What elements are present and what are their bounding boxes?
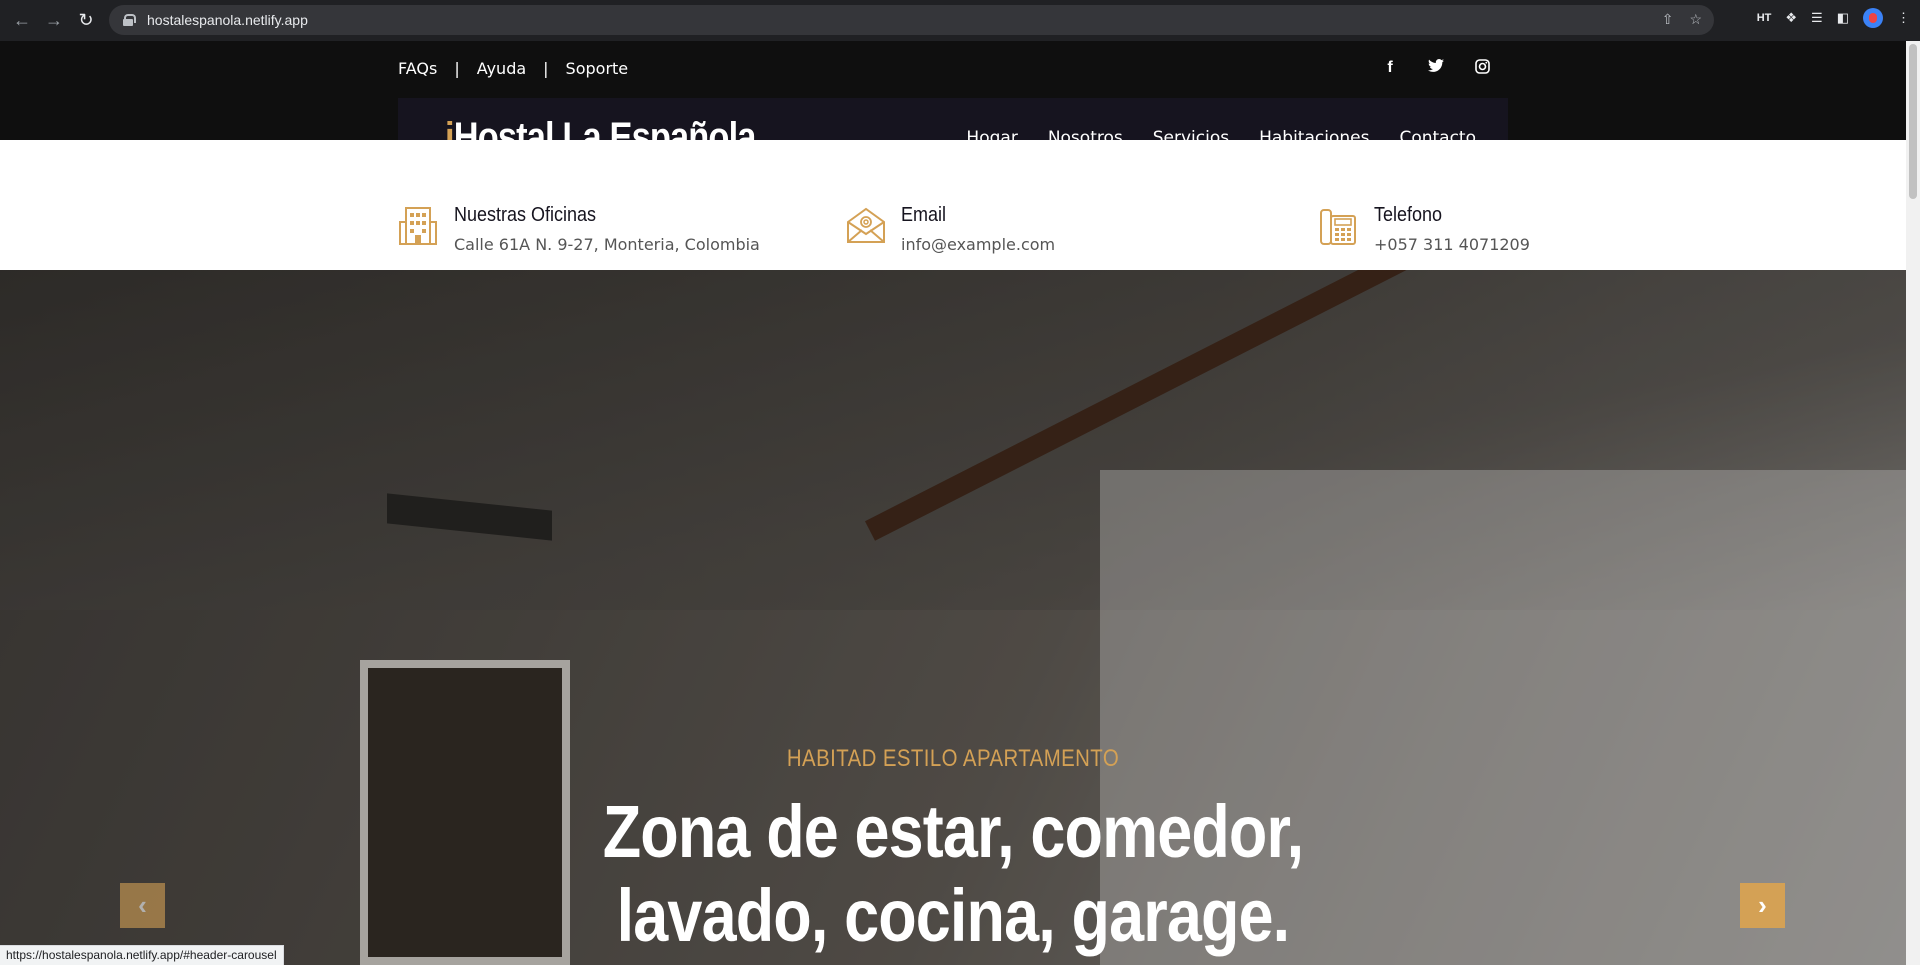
- info-phone: Telefono +057 311 4071209: [1318, 204, 1530, 254]
- page-viewport: FAQs | Ayuda | Soporte f iHostal La Espa…: [0, 41, 1906, 965]
- page-scrollbar[interactable]: [1906, 41, 1920, 965]
- extension-ht-icon[interactable]: HT: [1757, 12, 1772, 24]
- chevron-left-icon: ‹: [138, 890, 147, 920]
- instagram-icon[interactable]: [1474, 59, 1490, 79]
- hero-title: Zona de estar, comedor, lavado, cocina, …: [143, 790, 1763, 958]
- contact-info-strip: Nuestras Oficinas Calle 61A N. 9-27, Mon…: [0, 140, 1906, 270]
- top-links: FAQs | Ayuda | Soporte: [398, 59, 628, 78]
- share-icon[interactable]: ⇧: [1662, 11, 1674, 28]
- separator: |: [454, 59, 460, 78]
- header-carousel: HABITAD ESTILO APARTAMENTO Zona de estar…: [0, 270, 1906, 965]
- profile-avatar[interactable]: [1863, 8, 1883, 28]
- facebook-icon[interactable]: f: [1382, 59, 1398, 79]
- link-ayuda[interactable]: Ayuda: [477, 59, 526, 78]
- link-faqs[interactable]: FAQs: [398, 59, 437, 78]
- carousel-prev-button[interactable]: ‹: [120, 883, 165, 928]
- info-title: Telefono: [1374, 204, 1443, 226]
- url-text: hostalespanola.netlify.app: [147, 12, 308, 28]
- reading-list-icon[interactable]: ☰: [1811, 10, 1823, 26]
- lock-icon: [123, 14, 136, 26]
- extensions-puzzle-icon[interactable]: ❖: [1785, 10, 1797, 26]
- info-email: Email info@example.com: [845, 204, 1055, 254]
- carousel-next-button[interactable]: ›: [1740, 883, 1785, 928]
- email-envelope-icon: [845, 204, 885, 246]
- telephone-icon: [1318, 204, 1358, 246]
- link-soporte[interactable]: Soporte: [566, 59, 629, 78]
- chevron-right-icon: ›: [1758, 890, 1767, 920]
- building-icon: [398, 204, 438, 246]
- link-status-bar: https://hostalespanola.netlify.app/#head…: [0, 945, 284, 965]
- scrollbar-thumb[interactable]: [1909, 44, 1917, 199]
- info-title: Nuestras Oficinas: [454, 204, 597, 226]
- address-bar[interactable]: hostalespanola.netlify.app ⇧ ☆: [109, 5, 1714, 35]
- separator: |: [543, 59, 549, 78]
- info-value[interactable]: info@example.com: [901, 235, 1055, 254]
- hero-title-line: lavado, cocina, garage.: [616, 874, 1290, 957]
- info-offices: Nuestras Oficinas Calle 61A N. 9-27, Mon…: [398, 204, 760, 254]
- social-links: f: [1382, 59, 1490, 79]
- browser-toolbar: ← → ↻ hostalespanola.netlify.app ⇧ ☆ HT …: [0, 0, 1920, 41]
- menu-kebab-icon[interactable]: ⋮: [1897, 10, 1910, 26]
- hero-subtitle: HABITAD ESTILO APARTAMENTO: [786, 745, 1120, 772]
- side-panel-icon[interactable]: ◧: [1837, 10, 1849, 26]
- info-value[interactable]: +057 311 4071209: [1374, 235, 1530, 254]
- info-value: Calle 61A N. 9-27, Monteria, Colombia: [454, 235, 760, 254]
- forward-arrow-icon[interactable]: →: [38, 5, 70, 37]
- twitter-icon[interactable]: [1428, 59, 1444, 79]
- info-title: Email: [901, 204, 947, 226]
- reload-icon[interactable]: ↻: [70, 5, 102, 37]
- back-arrow-icon[interactable]: ←: [6, 5, 38, 37]
- hero-title-line: Zona de estar, comedor,: [602, 790, 1304, 873]
- bookmark-star-icon[interactable]: ☆: [1689, 11, 1702, 28]
